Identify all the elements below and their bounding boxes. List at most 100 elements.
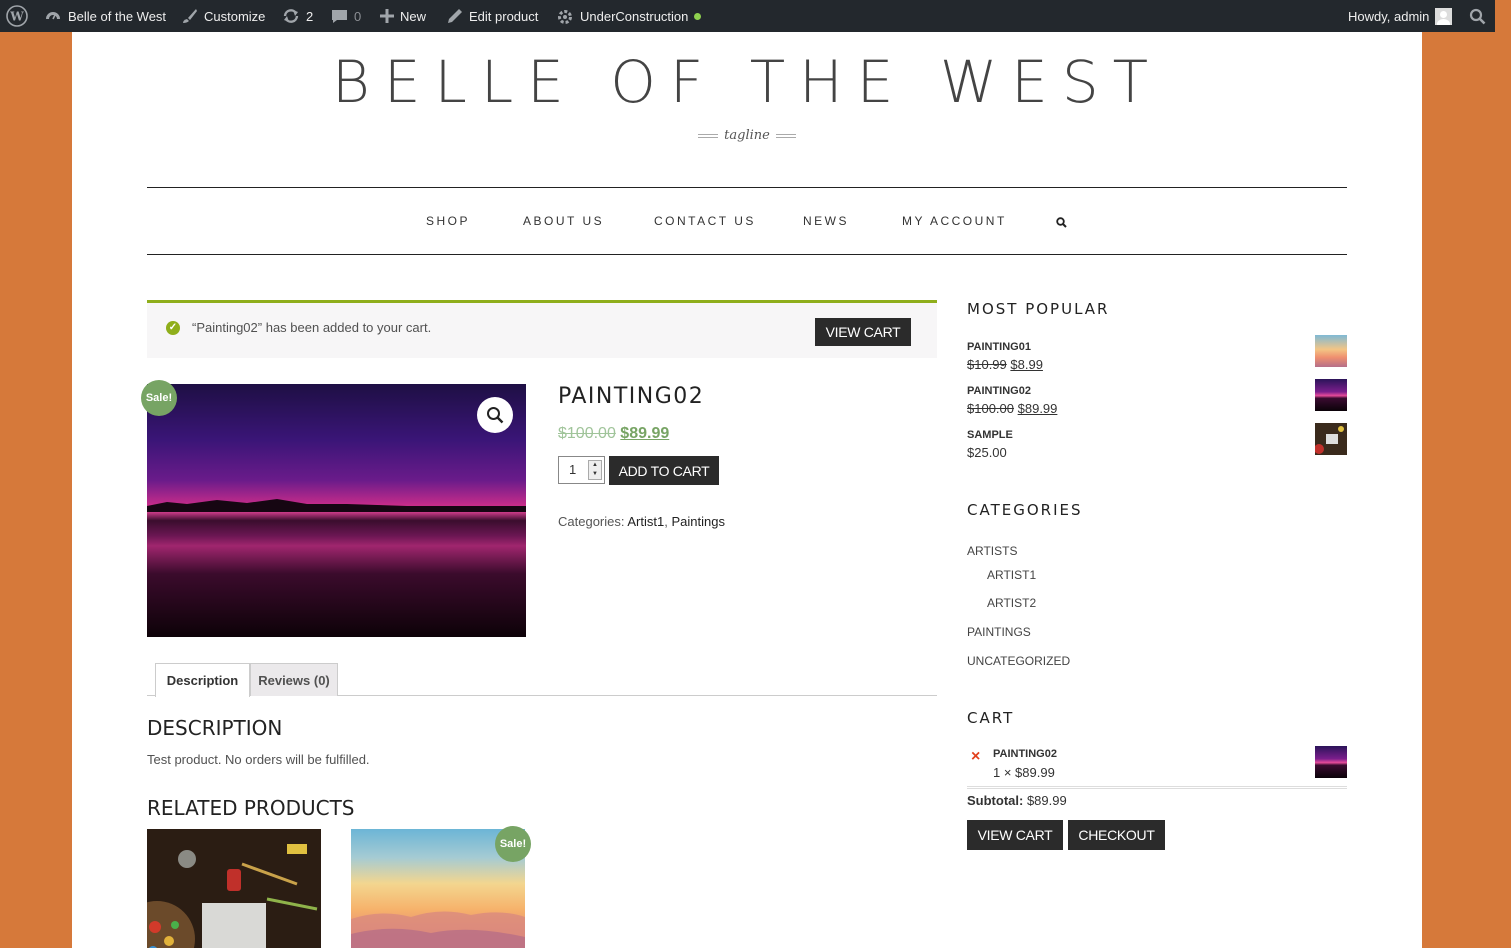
category-paintings[interactable]: PAINTINGS bbox=[967, 625, 1031, 639]
pencil-icon bbox=[448, 9, 462, 23]
subtotal-value: $89.99 bbox=[1026, 793, 1067, 808]
tagline-divider bbox=[698, 133, 719, 138]
product-price: $100.00 $89.99 bbox=[558, 425, 669, 443]
product-sale-price: $89.99 bbox=[620, 425, 670, 442]
plus-icon bbox=[380, 9, 394, 23]
product-image[interactable] bbox=[147, 384, 526, 637]
tab-description[interactable]: Description bbox=[155, 663, 250, 697]
sidebar-view-cart-button[interactable]: VIEW CART bbox=[967, 820, 1063, 850]
product-tabs: Description Reviews (0) bbox=[147, 663, 937, 697]
category-link-artist1[interactable]: Artist1 bbox=[627, 514, 664, 529]
popular-old-price: $10.99 bbox=[967, 357, 1007, 372]
nav-item-my-account[interactable]: MY ACCOUNT bbox=[902, 214, 1007, 228]
most-popular-heading: MOST POPULAR bbox=[967, 300, 1110, 318]
popular-item-price: $10.99 $8.99 bbox=[967, 357, 1043, 372]
tagline-divider bbox=[775, 133, 796, 138]
cart-subtotal: Subtotal: $89.99 bbox=[967, 793, 1067, 808]
product-title: PAINTING02 bbox=[558, 384, 705, 409]
category-artist1[interactable]: ARTIST1 bbox=[987, 568, 1036, 582]
notice-view-cart-button[interactable]: VIEW CART bbox=[815, 318, 911, 346]
popular-item-price: $25.00 bbox=[967, 445, 1007, 460]
comment-icon bbox=[332, 9, 347, 23]
quantity-value: 1 bbox=[569, 462, 577, 477]
cart-item-thumbnail[interactable] bbox=[1315, 746, 1347, 778]
category-artists[interactable]: ARTISTS bbox=[967, 544, 1017, 558]
admin-edit-product-link[interactable]: Edit product bbox=[447, 0, 538, 32]
tab-reviews[interactable]: Reviews (0) bbox=[250, 663, 338, 696]
admin-customize-link[interactable]: Customize bbox=[182, 0, 265, 32]
wordpress-logo-icon[interactable]: W bbox=[6, 0, 28, 32]
popular-sale-price: $89.99 bbox=[1017, 401, 1058, 416]
related-products-heading: RELATED PRODUCTS bbox=[147, 796, 355, 820]
status-dot-icon bbox=[694, 12, 702, 20]
admin-howdy: Howdy, admin bbox=[1348, 8, 1430, 24]
popular-item-thumbnail[interactable] bbox=[1314, 423, 1347, 455]
admin-updates-link[interactable]: 2 bbox=[282, 0, 313, 32]
popular-item-name[interactable]: PAINTING01 bbox=[967, 341, 1031, 353]
admin-comments-link[interactable]: 0 bbox=[331, 0, 361, 32]
popular-item[interactable]: PAINTING01 $10.99 $8.99 bbox=[967, 335, 1347, 381]
admin-edit-product-label: Edit product bbox=[469, 8, 539, 24]
avatar bbox=[1435, 7, 1453, 25]
cart-item-quantity: 1 × $89.99 bbox=[993, 765, 1055, 780]
popular-item-name[interactable]: PAINTING02 bbox=[967, 385, 1031, 397]
site-page: BELLE OF THE WEST tagline SHOP ABOUT US … bbox=[72, 32, 1422, 948]
categories-heading: CATEGORIES bbox=[967, 501, 1083, 519]
admin-customize-label: Customize bbox=[204, 8, 266, 24]
cart-item: × PAINTING02 1 × $89.99 bbox=[967, 746, 1347, 788]
add-to-cart-button[interactable]: ADD TO CART bbox=[609, 456, 719, 485]
dashboard-icon bbox=[46, 12, 60, 20]
subtotal-label: Subtotal: bbox=[967, 793, 1024, 808]
sale-badge: Sale! bbox=[141, 380, 177, 416]
admin-search-icon[interactable] bbox=[1469, 0, 1486, 32]
popular-item[interactable]: SAMPLE $25.00 bbox=[967, 423, 1347, 469]
nav-item-about-us[interactable]: ABOUT US bbox=[523, 214, 604, 228]
cart-notice: ✓ “Painting02” has been added to your ca… bbox=[147, 300, 937, 358]
nav-item-contact-us[interactable]: CONTACT US bbox=[654, 214, 756, 228]
category-uncategorized[interactable]: UNCATEGORIZED bbox=[967, 654, 1070, 668]
updates-icon bbox=[283, 9, 299, 23]
cart-item-name[interactable]: PAINTING02 bbox=[993, 748, 1057, 760]
cart-heading: CART bbox=[967, 709, 1015, 727]
admin-bar: W Belle of the West Customize 2 0 New Ed… bbox=[0, 0, 1495, 32]
product-old-price: $100.00 bbox=[558, 425, 616, 442]
admin-updates-count: 2 bbox=[306, 8, 314, 24]
tagline-wrap: tagline bbox=[72, 128, 1422, 143]
sale-badge: Sale! bbox=[495, 826, 531, 862]
admin-site-name: Belle of the West bbox=[68, 8, 167, 24]
admin-new-link[interactable]: New bbox=[380, 0, 426, 32]
quantity-input[interactable]: 1 ▲ ▼ bbox=[558, 456, 605, 484]
remove-item-icon[interactable]: × bbox=[971, 748, 980, 766]
check-icon: ✓ bbox=[166, 321, 180, 335]
nav-search-icon[interactable] bbox=[1056, 215, 1067, 233]
categories-label: Categories: bbox=[558, 514, 625, 529]
popular-item-name[interactable]: SAMPLE bbox=[967, 429, 1013, 441]
page-scrollbar[interactable] bbox=[1495, 0, 1511, 948]
nav-item-news[interactable]: NEWS bbox=[803, 214, 849, 228]
admin-comments-count: 0 bbox=[354, 8, 362, 24]
admin-account-link[interactable]: Howdy, admin bbox=[1348, 0, 1453, 32]
popular-sale-price: $8.99 bbox=[1010, 357, 1043, 372]
gear-icon bbox=[558, 10, 572, 24]
quantity-stepper[interactable]: ▲ ▼ bbox=[588, 460, 602, 480]
checkout-button[interactable]: CHECKOUT bbox=[1068, 820, 1165, 850]
admin-site-link[interactable]: Belle of the West bbox=[44, 0, 166, 32]
popular-item-thumbnail[interactable] bbox=[1315, 379, 1347, 411]
cart-divider bbox=[967, 786, 1347, 789]
product-categories: Categories: Artist1, Paintings bbox=[558, 514, 725, 529]
admin-maintenance-label: UnderConstruction bbox=[580, 8, 689, 24]
brush-icon bbox=[183, 9, 197, 23]
category-link-paintings[interactable]: Paintings bbox=[671, 514, 724, 529]
related-product-image[interactable] bbox=[147, 829, 321, 948]
notice-message: “Painting02” has been added to your cart… bbox=[192, 320, 432, 335]
nav-item-shop[interactable]: SHOP bbox=[426, 214, 470, 228]
zoom-icon[interactable] bbox=[477, 397, 513, 433]
popular-item[interactable]: PAINTING02 $100.00 $89.99 bbox=[967, 379, 1347, 425]
site-title[interactable]: BELLE OF THE WEST bbox=[72, 48, 1422, 116]
description-text: Test product. No orders will be fulfille… bbox=[147, 752, 370, 767]
popular-item-price: $100.00 $89.99 bbox=[967, 401, 1057, 416]
svg-text:W: W bbox=[9, 10, 24, 24]
category-artist2[interactable]: ARTIST2 bbox=[987, 596, 1036, 610]
popular-item-thumbnail[interactable] bbox=[1315, 335, 1347, 367]
admin-maintenance-link[interactable]: UnderConstruction bbox=[556, 0, 702, 32]
